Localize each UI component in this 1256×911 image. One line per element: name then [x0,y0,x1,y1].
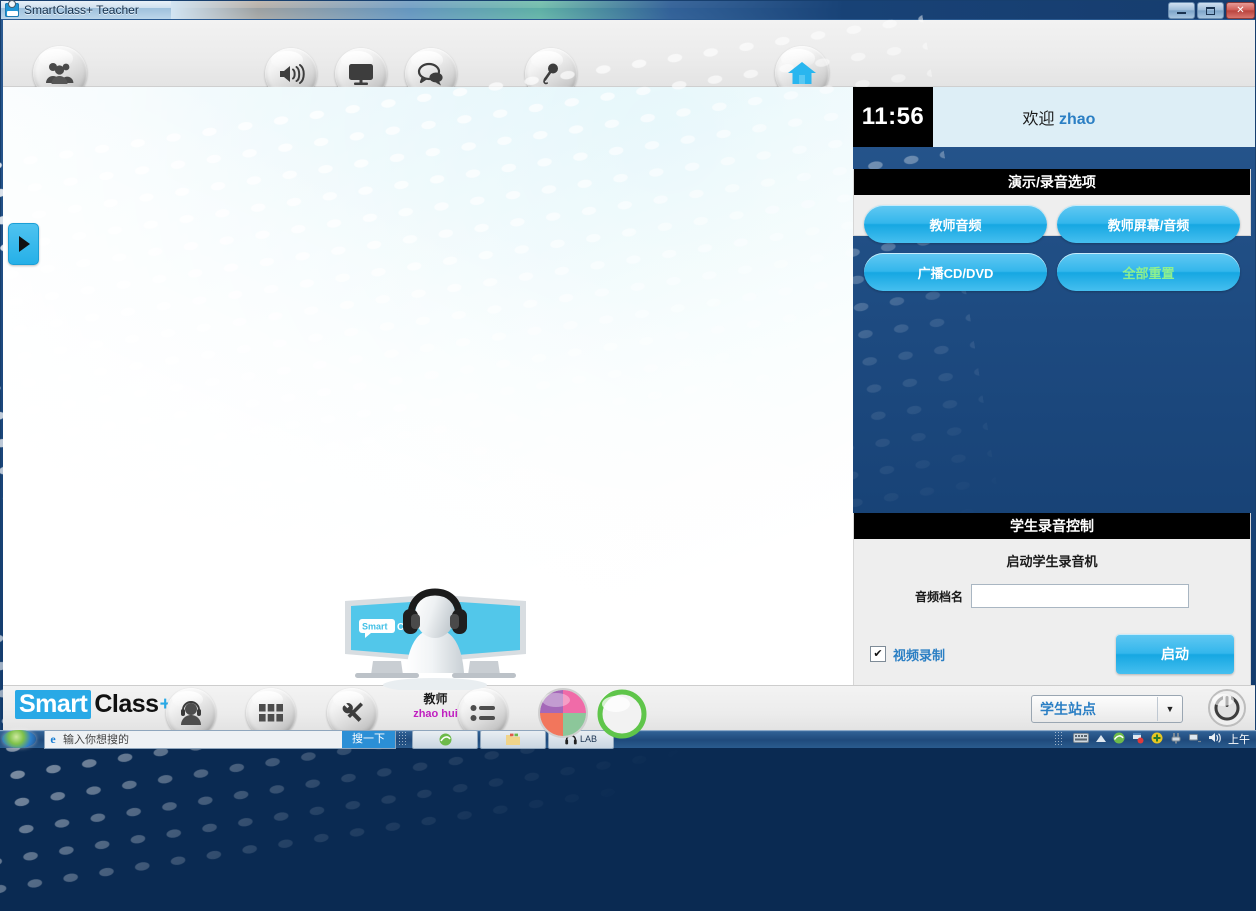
tray-update-icon[interactable] [1151,732,1163,747]
teacher-avatar[interactable]: Smart Cl 教师 zhao hui [333,585,538,725]
welcome-username: zhao [1059,111,1096,128]
start-button-icon[interactable] [2,730,36,748]
record-panel-body: 启动学生录音机 音频档名 ✔ 视频录制 启动 [854,539,1250,690]
green-ring-icon[interactable] [596,688,648,740]
reset-all-button[interactable]: 全部重置 [1057,253,1240,291]
taskbar-grip-handle[interactable] [398,731,408,747]
minimize-button[interactable] [1168,2,1195,19]
clock-display: 11:56 [853,87,933,147]
smartclass-lab-icon [5,1,19,17]
tray-volume-icon[interactable] [1208,732,1221,746]
system-tray: 上午 [1052,731,1256,747]
teacher-screen-audio-button[interactable]: 教师屏幕/音频 [1057,205,1240,243]
video-record-label: 视频录制 [893,647,946,663]
expand-right-arrow-icon[interactable] [8,223,39,265]
window-title: SmartClass+ Teacher [24,3,139,17]
demo-record-options-panel: 演示/录音选项 教师音频 教师屏幕/音频 广播CD/DVD 全部重置 [853,169,1251,291]
close-button[interactable]: ✕ [1226,2,1255,19]
bottom-toolbar: Smart Class + 学生站点 ▼ [3,685,1255,739]
power-button[interactable] [1207,688,1247,728]
record-panel-title: 学生录音控制 [854,513,1250,539]
show-hidden-icons-icon[interactable] [1096,733,1106,745]
station-select-value: 学生站点 [1040,701,1096,717]
welcome-bar: 11:56 欢迎 zhao [853,87,1255,147]
ie-search-placeholder: 输入你想搜的 [63,734,129,746]
tray-browser-icon[interactable] [1113,732,1125,747]
tray-plug-icon[interactable] [1170,732,1182,747]
taskbar-clock-period[interactable]: 上午 [1228,731,1250,747]
ie-search-box[interactable]: e 输入你想搜的 搜一下 [44,729,396,749]
tray-grip-handle[interactable] [1054,731,1064,747]
video-record-checkbox[interactable]: ✔ [870,646,886,662]
ie-search-button[interactable]: 搜一下 [342,730,395,748]
logo-smart-text: Smart [15,690,92,719]
taskbar-item-browser[interactable] [412,729,478,749]
window-frame: SmartClass+ Teacher ✕ Smart Cl 教师 zhao h… [0,0,1256,911]
color-wheel-icon[interactable] [538,688,588,738]
smartclass-logo: Smart Class + [15,690,171,719]
tray-flag-icon[interactable] [1132,732,1144,747]
tray-network-icon[interactable] [1189,732,1201,747]
station-select[interactable]: 学生站点 ▼ [1031,695,1183,723]
classroom-stage: Smart Cl 教师 zhao hui [0,6,1039,911]
audio-filename-input[interactable] [971,584,1189,608]
teacher-audio-button[interactable]: 教师音频 [864,205,1047,243]
keyboard-ime-icon[interactable] [1073,732,1089,746]
record-panel-actions: ✔ 视频录制 启动 [866,634,1238,674]
audio-filename-label: 音频档名 [914,589,963,604]
top-toolbar [3,20,1255,100]
welcome-message: 欢迎 zhao [933,105,1255,129]
window-controls: ✕ [1168,2,1255,19]
taskbar-item-folder[interactable] [480,729,546,749]
internet-explorer-icon: e [50,731,56,746]
student-record-control-panel: 学生录音控制 启动学生录音机 音频档名 ✔ 视频录制 启动 [853,513,1251,691]
title-bar: SmartClass+ Teacher ✕ [1,1,1256,19]
chevron-down-icon[interactable]: ▼ [1157,697,1182,721]
right-panel: 11:56 欢迎 zhao 演示/录音选项 教师音频 教师屏幕/音频 广播CD/… [853,87,1255,691]
welcome-greeting: 欢迎 [1022,111,1055,128]
demo-panel-body: 教师音频 教师屏幕/音频 广播CD/DVD 全部重置 [854,195,1250,303]
logo-class-text: Class [94,690,159,718]
teacher-role-label: 教师 [423,692,448,706]
title-bar-gradient [171,1,1256,19]
demo-panel-title: 演示/录音选项 [854,169,1250,195]
broadcast-cd-dvd-button[interactable]: 广播CD/DVD [864,253,1047,291]
record-panel-subtitle: 启动学生录音机 [1006,554,1098,569]
svg-text:Smart: Smart [362,622,388,632]
teacher-name-label: zhao hui [413,708,458,720]
audio-filename-row: 音频档名 [866,584,1238,608]
maximize-button[interactable] [1197,2,1224,19]
application-window: SmartClass+ Teacher ✕ Smart Cl 教师 zhao h… [0,0,1256,911]
start-recording-button[interactable]: 启动 [1116,634,1234,674]
